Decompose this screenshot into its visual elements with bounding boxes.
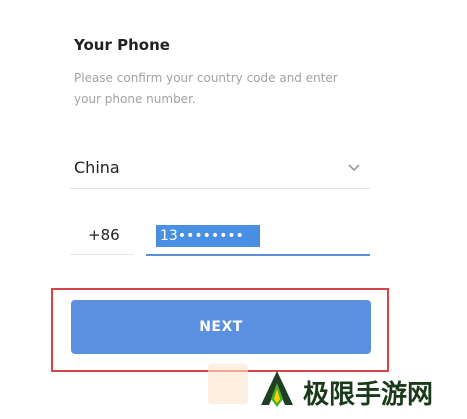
country-select[interactable]: China — [70, 150, 370, 189]
phone-number-input[interactable]: 13•••••••• — [146, 218, 370, 256]
country-code-field[interactable]: +86 — [70, 218, 134, 255]
phone-login-form: Your Phone Please confirm your country c… — [0, 0, 467, 419]
chevron-down-icon — [348, 164, 360, 172]
phone-number-value: 13•••••••• — [156, 225, 260, 247]
country-code-value: +86 — [88, 226, 120, 244]
page-title: Your Phone — [74, 36, 170, 54]
next-button[interactable]: NEXT — [71, 300, 371, 354]
page-subtitle: Please confirm your country code and ent… — [74, 71, 338, 106]
country-name: China — [74, 158, 120, 177]
watermark: 极限手游网 — [257, 367, 457, 413]
watermark-logo-icon — [261, 371, 293, 407]
watermark-decoration — [208, 364, 248, 404]
watermark-text: 极限手游网 — [303, 380, 434, 410]
